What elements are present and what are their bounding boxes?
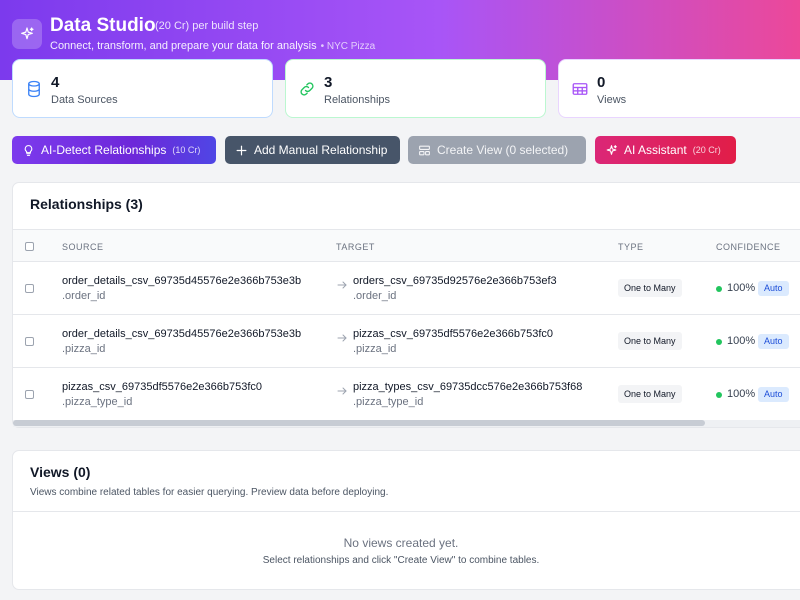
target-table: pizza_types_csv_69735dcc576e2e366b753f68 bbox=[353, 381, 583, 393]
button-label: Add Manual Relationship bbox=[254, 143, 388, 157]
empty-state-subtitle: Select relationships and click "Create V… bbox=[262, 555, 540, 566]
relationship-type-badge: One to Many bbox=[618, 279, 682, 297]
layout-icon bbox=[419, 145, 430, 155]
link-icon bbox=[300, 82, 314, 96]
row-checkbox[interactable] bbox=[25, 284, 34, 293]
lightbulb-icon bbox=[24, 144, 33, 156]
target-column: .order_id bbox=[353, 290, 397, 302]
empty-state-title: No views created yet. bbox=[343, 536, 459, 550]
page-title: Data Studio bbox=[50, 15, 156, 36]
detection-method-badge: Auto bbox=[758, 334, 789, 349]
create-view-button[interactable]: Create View (0 selected) bbox=[408, 136, 586, 164]
table-row[interactable]: order_details_csv_69735d45576e2e366b753e… bbox=[13, 315, 800, 368]
stat-card-data-sources[interactable]: 4 Data Sources bbox=[12, 59, 273, 118]
column-header-confidence: CONFIDENCE bbox=[716, 242, 781, 252]
source-column: .pizza_type_id bbox=[62, 396, 133, 408]
relationships-panel: Relationships (3) SOURCE TARGET TYPE CON… bbox=[12, 182, 800, 428]
source-column: .order_id bbox=[62, 290, 106, 302]
source-column: .pizza_id bbox=[62, 343, 106, 355]
confidence-indicator bbox=[716, 286, 722, 292]
sparkles-icon bbox=[606, 144, 617, 155]
arrow-right-icon bbox=[337, 281, 347, 289]
stat-value: 4 bbox=[51, 74, 60, 91]
subtitle-text: Connect, transform, and prepare your dat… bbox=[50, 40, 317, 52]
target-table: orders_csv_69735d92576e2e366b753ef3 bbox=[353, 275, 557, 287]
relationship-type-badge: One to Many bbox=[618, 385, 682, 403]
stat-card-relationships[interactable]: 3 Relationships bbox=[285, 59, 546, 118]
divider bbox=[13, 511, 800, 512]
target-column: .pizza_type_id bbox=[353, 396, 424, 408]
stat-card-views[interactable]: 0 Views bbox=[558, 59, 800, 118]
ai-detect-relationships-button[interactable]: AI-Detect Relationships (10 Cr) bbox=[12, 136, 216, 164]
target-column: .pizza_id bbox=[353, 343, 397, 355]
views-description: Views combine related tables for easier … bbox=[30, 487, 389, 498]
button-label: Create View (0 selected) bbox=[437, 143, 569, 157]
confidence-value: 100% bbox=[727, 388, 756, 400]
button-label: AI-Detect Relationships bbox=[41, 143, 167, 157]
confidence-value: 100% bbox=[727, 282, 756, 294]
stat-value: 0 bbox=[597, 74, 606, 91]
relationship-type-badge: One to Many bbox=[618, 332, 682, 350]
stat-value: 3 bbox=[324, 74, 333, 91]
horizontal-scrollbar-thumb[interactable] bbox=[13, 420, 705, 426]
confidence-value: 100% bbox=[727, 335, 756, 347]
views-panel: Views (0) Views combine related tables f… bbox=[12, 450, 800, 590]
project-name: • NYC Pizza bbox=[320, 41, 376, 52]
row-checkbox[interactable] bbox=[25, 390, 34, 399]
table-row[interactable]: order_details_csv_69735d45576e2e366b753e… bbox=[13, 262, 800, 315]
source-table: order_details_csv_69735d45576e2e366b753e… bbox=[62, 328, 302, 340]
detection-method-badge: Auto bbox=[758, 387, 789, 402]
confidence-indicator bbox=[716, 339, 722, 345]
row-checkbox[interactable] bbox=[25, 337, 34, 346]
confidence-indicator bbox=[716, 392, 722, 398]
ai-assistant-button[interactable]: AI Assistant (20 Cr) bbox=[595, 136, 736, 164]
button-cost: (20 Cr) bbox=[692, 145, 721, 155]
views-title: Views (0) bbox=[30, 464, 91, 480]
database-icon bbox=[28, 80, 40, 98]
table-icon bbox=[572, 83, 588, 95]
button-cost: (10 Cr) bbox=[172, 145, 201, 155]
column-header-type: TYPE bbox=[618, 242, 644, 252]
build-cost-note: (20 Cr) per build step bbox=[155, 20, 259, 32]
select-all-checkbox[interactable] bbox=[25, 242, 34, 251]
sparkles-icon bbox=[12, 19, 42, 49]
arrow-right-icon bbox=[337, 387, 347, 395]
detection-method-badge: Auto bbox=[758, 281, 789, 296]
target-table: pizzas_csv_69735df5576e2e366b753fc0 bbox=[353, 328, 553, 340]
source-table: pizzas_csv_69735df5576e2e366b753fc0 bbox=[62, 381, 262, 393]
column-header-target: TARGET bbox=[336, 242, 375, 252]
stat-label: Data Sources bbox=[51, 94, 118, 106]
relationships-title: Relationships (3) bbox=[30, 196, 143, 212]
table-row[interactable]: pizzas_csv_69735df5576e2e366b753fc0 .piz… bbox=[13, 368, 800, 421]
button-label: AI Assistant bbox=[624, 143, 687, 157]
source-table: order_details_csv_69735d45576e2e366b753e… bbox=[62, 275, 302, 287]
add-manual-relationship-button[interactable]: Add Manual Relationship bbox=[225, 136, 400, 164]
arrow-right-icon bbox=[337, 334, 347, 342]
stat-label: Relationships bbox=[324, 94, 391, 106]
column-header-source: SOURCE bbox=[62, 242, 104, 252]
table-header: SOURCE TARGET TYPE CONFIDENCE bbox=[13, 229, 800, 262]
plus-icon bbox=[236, 145, 247, 155]
stat-label: Views bbox=[597, 94, 627, 106]
page-subtitle: Connect, transform, and prepare your dat… bbox=[50, 40, 375, 52]
